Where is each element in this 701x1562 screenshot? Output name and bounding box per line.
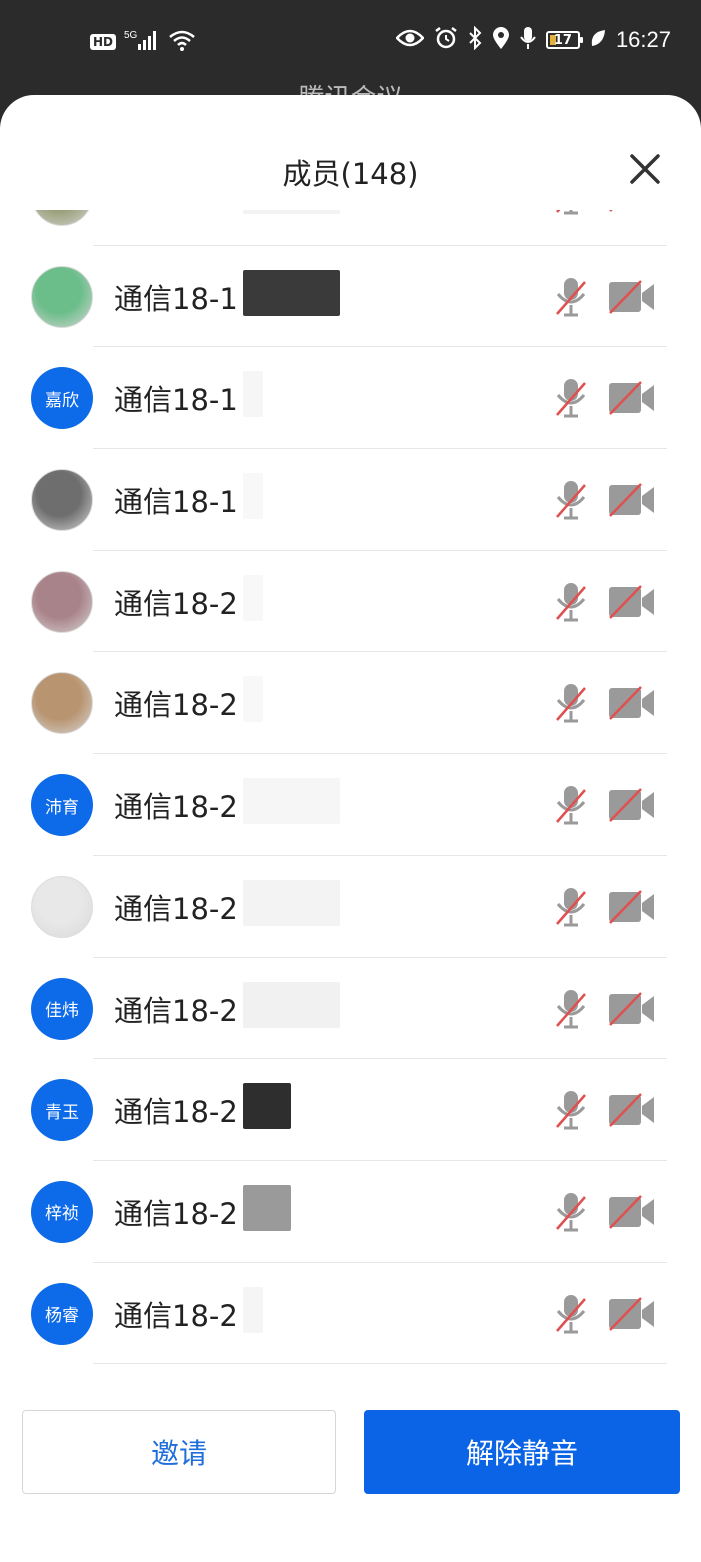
- member-name: 通信18-2: [114, 891, 238, 926]
- member-row[interactable]: 沛育 通信18-2: [0, 754, 701, 856]
- camera-off-icon[interactable]: [607, 584, 657, 620]
- status-left: HD 5G: [90, 28, 196, 56]
- leaf-icon: [590, 28, 606, 52]
- camera-off-icon[interactable]: [607, 380, 657, 416]
- member-name: 通信18-1: [114, 383, 238, 418]
- camera-off-icon[interactable]: [607, 279, 657, 315]
- mic-muted-icon[interactable]: [553, 1089, 589, 1131]
- member-row[interactable]: 佳炜 通信18-2: [0, 958, 701, 1060]
- avatar: [31, 672, 93, 735]
- member-row[interactable]: 通信18-2: [0, 551, 701, 653]
- avatar: 佳炜: [31, 977, 93, 1040]
- redacted-name-mask: [243, 210, 340, 214]
- member-name: 通信18-2: [114, 1095, 238, 1130]
- mic-muted-icon[interactable]: [553, 276, 589, 318]
- camera-off-icon[interactable]: [607, 889, 657, 925]
- row-divider: [93, 1363, 667, 1365]
- mic-muted-icon[interactable]: [553, 682, 589, 724]
- redacted-name-mask: [243, 574, 263, 621]
- member-name: 通信18-1: [114, 210, 238, 216]
- mic-muted-icon[interactable]: [553, 784, 589, 826]
- mic-muted-icon[interactable]: [553, 581, 589, 623]
- member-row[interactable]: 通信18-2: [0, 856, 701, 958]
- avatar: 沛育: [31, 774, 93, 837]
- members-list[interactable]: 通信18-1通信18-1嘉欣通信18-1通信18-1通信18-2通信18-2沛育…: [0, 210, 701, 1393]
- redacted-name-mask: [243, 778, 340, 825]
- bluetooth-icon: [468, 25, 482, 54]
- eye-icon: [395, 28, 425, 52]
- close-button[interactable]: [627, 151, 663, 187]
- member-name: 通信18-2: [114, 790, 238, 825]
- avatar: [31, 265, 93, 328]
- avatar: 杨睿: [31, 1282, 93, 1345]
- redacted-name-mask: [243, 1083, 291, 1130]
- unmute-button[interactable]: 解除静音: [364, 1410, 680, 1494]
- avatar: [31, 469, 93, 532]
- camera-off-icon[interactable]: [607, 1194, 657, 1230]
- mic-muted-icon[interactable]: [553, 886, 589, 928]
- redacted-name-mask: [243, 269, 340, 316]
- invite-button[interactable]: 邀请: [22, 1410, 336, 1494]
- close-icon: [630, 154, 660, 184]
- battery-level: 17: [553, 32, 572, 48]
- avatar: 梓祯: [31, 1180, 93, 1243]
- camera-off-icon[interactable]: [607, 1296, 657, 1332]
- member-name: 通信18-2: [114, 688, 238, 723]
- member-row[interactable]: 通信18-1: [0, 246, 701, 348]
- battery-icon: 17: [545, 31, 583, 49]
- camera-off-icon[interactable]: [607, 991, 657, 1027]
- hd-badge: HD: [90, 34, 117, 50]
- member-row[interactable]: 梓祯 通信18-2: [0, 1161, 701, 1263]
- status-time: 16:27: [615, 27, 671, 52]
- network-label: 5G: [124, 30, 138, 41]
- status-bar: HD 5G 17 16:27: [0, 0, 701, 114]
- avatar: [31, 210, 93, 226]
- mic-muted-icon[interactable]: [553, 479, 589, 521]
- member-name: 通信18-2: [114, 1298, 238, 1333]
- member-name: 通信18-1: [114, 485, 238, 520]
- mic-muted-icon[interactable]: [553, 988, 589, 1030]
- member-row[interactable]: 青玉 通信18-2: [0, 1059, 701, 1161]
- camera-off-icon[interactable]: [607, 685, 657, 721]
- member-name: 通信18-2: [114, 993, 238, 1028]
- avatar: 青玉: [31, 1079, 93, 1142]
- member-row[interactable]: 嘉欣 通信18-1: [0, 347, 701, 450]
- camera-off-icon[interactable]: [607, 482, 657, 518]
- sheet-header: 成员(148): [0, 95, 701, 215]
- members-list-inner: 通信18-1通信18-1嘉欣通信18-1通信18-1通信18-2通信18-2沛育…: [0, 210, 701, 1365]
- avatar: 嘉欣: [31, 367, 93, 430]
- member-row[interactable]: 通信18-2: [0, 652, 701, 755]
- location-icon: [492, 26, 510, 54]
- camera-off-icon[interactable]: [607, 210, 657, 213]
- member-row[interactable]: 通信18-1: [0, 449, 701, 551]
- member-row[interactable]: 杨睿 通信18-2: [0, 1263, 701, 1365]
- microphone-status-icon: [520, 26, 536, 54]
- sheet-title: 成员(148): [282, 157, 419, 191]
- redacted-name-mask: [243, 676, 263, 723]
- redacted-name-mask: [243, 879, 340, 926]
- avatar: [31, 570, 93, 633]
- avatar: [31, 875, 93, 938]
- alarm-icon: [434, 26, 458, 54]
- member-row[interactable]: 通信18-1: [0, 210, 701, 246]
- redacted-name-mask: [243, 1286, 263, 1333]
- members-sheet: 成员(148) 通信18-1通信18-1嘉欣通信18-1通信18-1通信18-2…: [0, 95, 701, 1562]
- mic-muted-icon[interactable]: [553, 1293, 589, 1335]
- cellular-signal-icon: 5G: [124, 28, 160, 56]
- mic-muted-icon[interactable]: [553, 377, 589, 419]
- redacted-name-mask: [243, 371, 263, 418]
- status-right: 17 16:27: [395, 25, 671, 54]
- redacted-name-mask: [243, 473, 263, 520]
- member-name: 通信18-1: [114, 281, 238, 316]
- member-name: 通信18-2: [114, 1196, 238, 1231]
- redacted-name-mask: [243, 1184, 291, 1231]
- camera-off-icon[interactable]: [607, 1092, 657, 1128]
- wifi-icon: [168, 28, 196, 56]
- member-name: 通信18-2: [114, 586, 238, 621]
- redacted-name-mask: [243, 981, 340, 1028]
- mic-muted-icon[interactable]: [553, 1191, 589, 1233]
- camera-off-icon[interactable]: [607, 787, 657, 823]
- mic-muted-icon[interactable]: [553, 210, 589, 216]
